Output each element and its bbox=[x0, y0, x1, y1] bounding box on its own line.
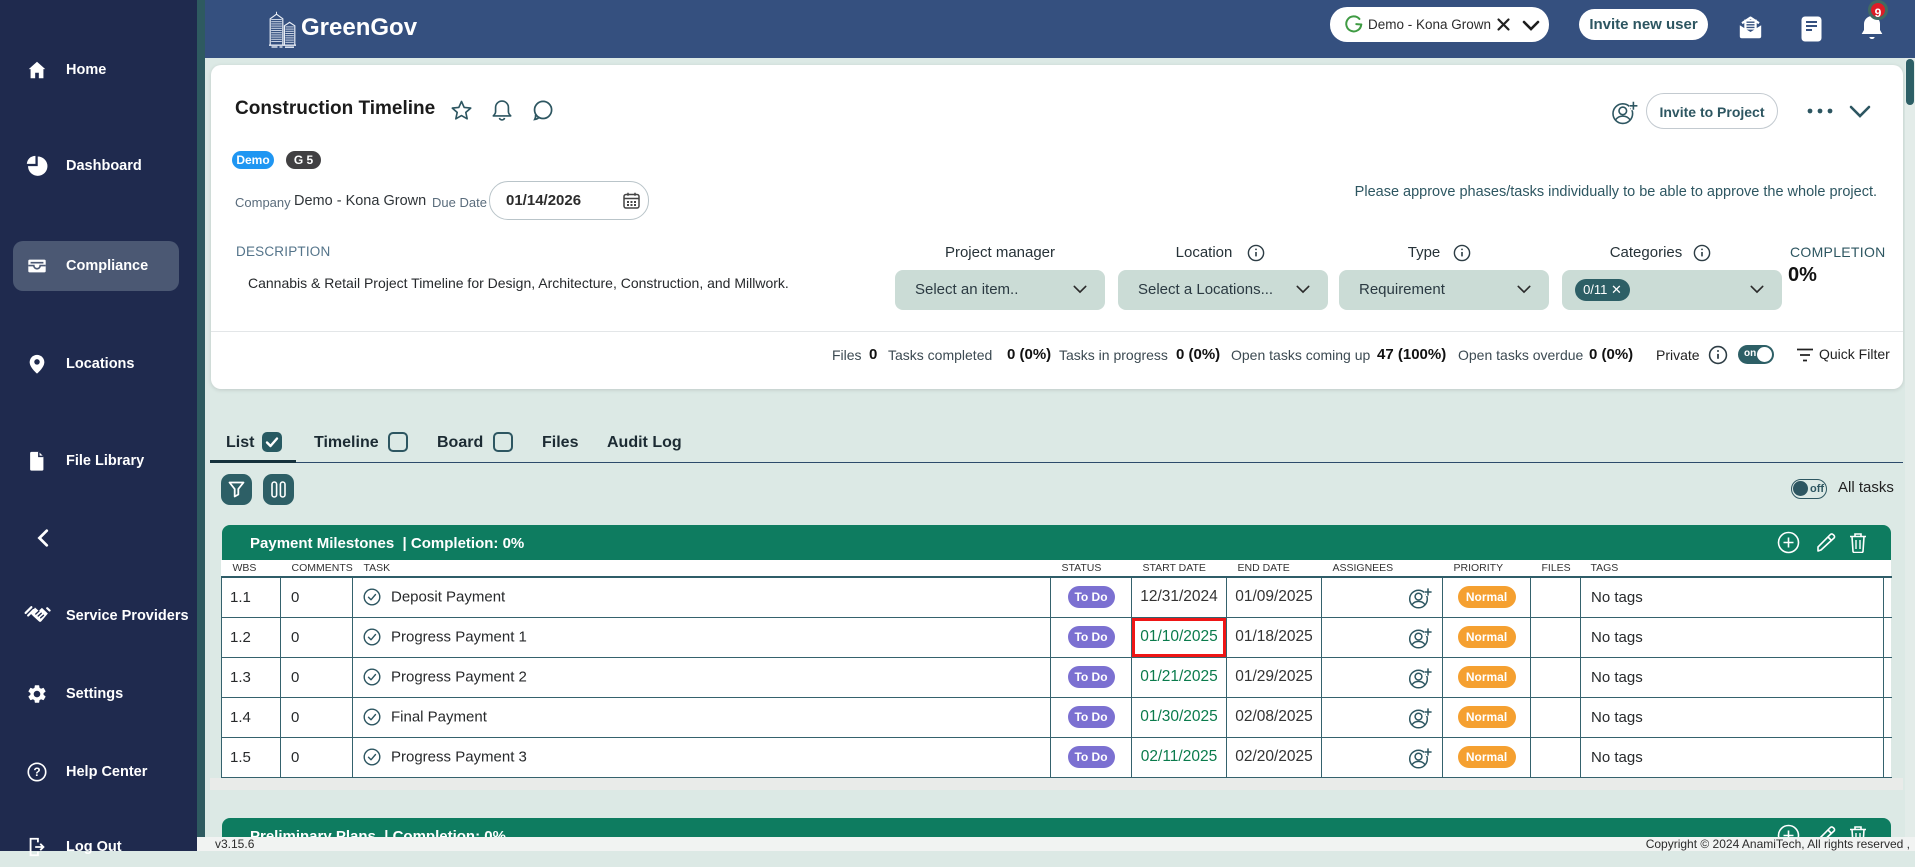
svg-text:?: ? bbox=[33, 765, 40, 779]
